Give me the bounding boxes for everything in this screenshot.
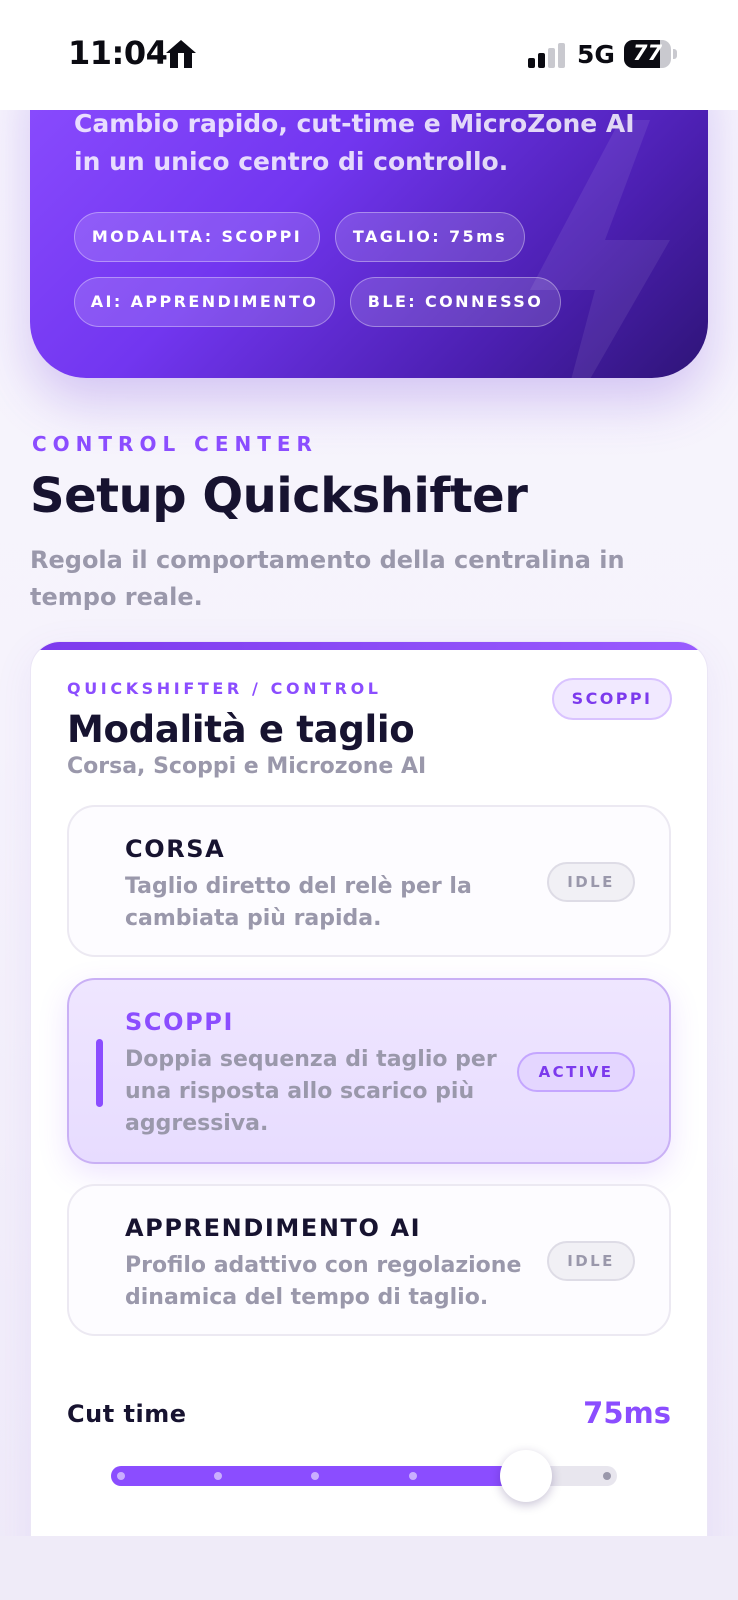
bottom-background (0, 1536, 738, 1600)
section-eyebrow: CONTROL CENTER (32, 432, 318, 456)
cut-time-label: Cut time (67, 1400, 187, 1428)
signal-icon (528, 43, 565, 68)
mode-name: SCOPPI (125, 1008, 235, 1036)
chip-cut: TAGLIO: 75ms (335, 212, 525, 262)
mode-card-scoppi[interactable]: SCOPPI Doppia sequenza di taglio per una… (67, 978, 671, 1164)
cut-time-slider[interactable] (111, 1450, 617, 1502)
slider-tick (603, 1472, 611, 1480)
mode-status-badge: ACTIVE (517, 1052, 635, 1092)
chip-ai: AI: APPRENDIMENTO (74, 277, 335, 327)
mode-badge: SCOPPI (552, 678, 672, 720)
page-subtitle: Regola il comportamento della centralina… (30, 546, 625, 611)
mode-description: Profilo adattivo con regolazione dinamic… (125, 1253, 522, 1310)
network-label: 5G (577, 40, 615, 69)
slider-tick (408, 1472, 417, 1480)
mode-description: Taglio diretto del relè per la cambiata … (125, 874, 472, 931)
status-bar: 11:04 5G 77 (0, 0, 738, 110)
panel-subtitle: Corsa, Scoppi e Microzone AI (67, 754, 427, 779)
cut-time-value: 75ms (583, 1396, 671, 1430)
mode-status-badge: IDLE (547, 862, 635, 902)
battery-icon: 77 (624, 40, 677, 68)
chip-mode: MODALITA: SCOPPI (74, 212, 320, 262)
hero-description: Cambio rapido, cut-time e MicroZone AI i… (74, 109, 635, 176)
mode-description: Doppia sequenza di taglio per una rispos… (125, 1047, 497, 1136)
mode-card-corsa[interactable]: CORSA Taglio diretto del relè per la cam… (67, 805, 671, 957)
mode-name: APPRENDIMENTO AI (125, 1214, 422, 1242)
active-indicator (96, 1039, 103, 1107)
panel-title: Modalità e taglio (67, 708, 415, 751)
slider-tick (117, 1472, 125, 1480)
mode-card-apprendimento-ai[interactable]: APPRENDIMENTO AI Profilo adattivo con re… (67, 1184, 671, 1336)
page-title: Setup Quickshifter (30, 468, 528, 524)
panel-eyebrow: QUICKSHIFTER / CONTROL (67, 679, 382, 698)
chip-ble: BLE: CONNESSO (350, 277, 561, 327)
mode-status-badge: IDLE (547, 1241, 635, 1281)
home-icon (166, 40, 196, 68)
panel-accent-bar (31, 642, 707, 650)
quickshifter-panel: QUICKSHIFTER / CONTROL SCOPPI Modalità e… (30, 641, 708, 1600)
slider-thumb[interactable] (500, 1450, 552, 1502)
mode-name: CORSA (125, 835, 226, 863)
battery-text: 77 (632, 41, 663, 65)
status-time: 11:04 (68, 34, 168, 72)
